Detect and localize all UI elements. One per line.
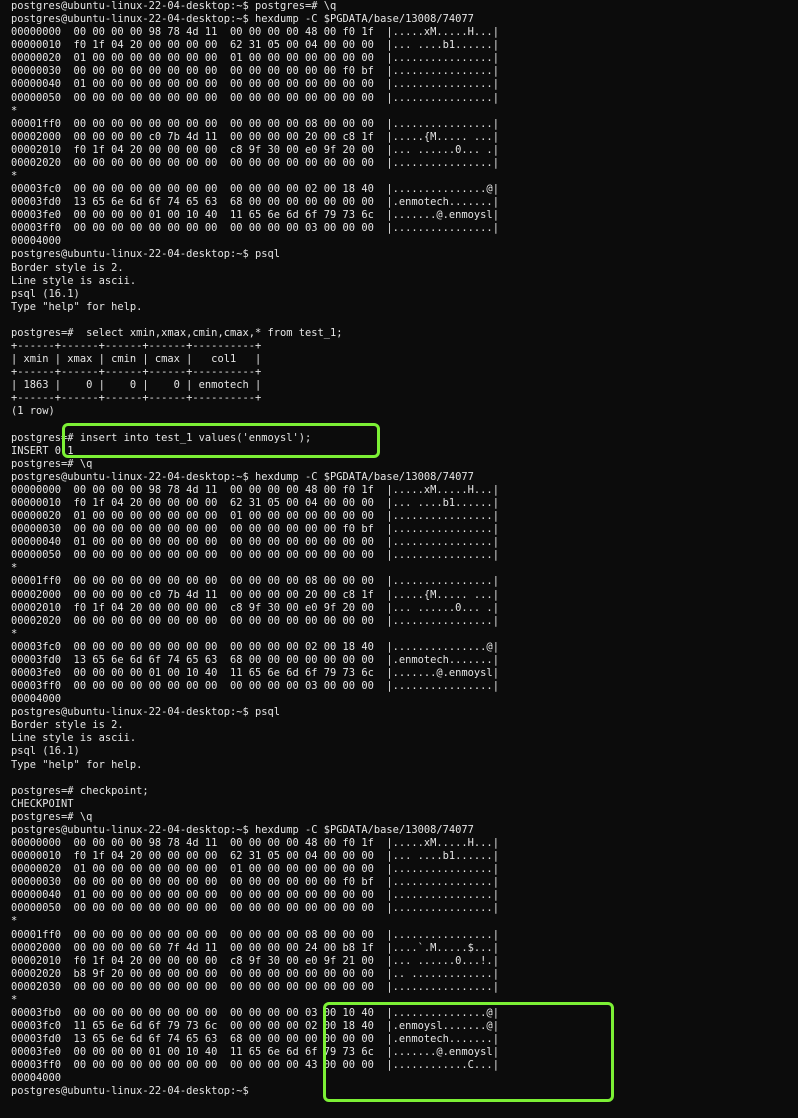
terminal-line: INSERT 0 1: [11, 444, 74, 457]
terminal-line: postgres=# insert into test_1 values('en…: [11, 431, 312, 444]
terminal-line: 00003fe0 00 00 00 00 01 00 10 40 11 65 6…: [11, 666, 499, 679]
terminal-line: 00002000 00 00 00 00 c0 7b 4d 11 00 00 0…: [11, 588, 499, 601]
terminal-line: 00003fd0 13 65 6e 6d 6f 74 65 63 68 00 0…: [11, 653, 499, 666]
terminal-line: 00000050 00 00 00 00 00 00 00 00 00 00 0…: [11, 91, 499, 104]
terminal-line: postgres@ubuntu-linux-22-04-desktop:~$: [11, 1085, 255, 1098]
terminal-line: psql (16.1): [11, 745, 80, 758]
terminal-line: 00003ff0 00 00 00 00 00 00 00 00 00 00 0…: [11, 222, 499, 235]
terminal-line: 00004000: [11, 1072, 62, 1085]
terminal-line: 00002020 00 00 00 00 00 00 00 00 00 00 0…: [11, 156, 499, 169]
terminal-line: Line style is ascii.: [11, 274, 137, 287]
terminal-line: *: [11, 993, 18, 1006]
terminal-output[interactable]: postgres@ubuntu-linux-22-04-desktop:~$ p…: [11, 0, 798, 1118]
terminal-line: 00003fe0 00 00 00 00 01 00 10 40 11 65 6…: [11, 209, 499, 222]
terminal-line: 00000020 01 00 00 00 00 00 00 00 01 00 0…: [11, 510, 499, 523]
terminal-line: 00000010 f0 1f 04 20 00 00 00 00 62 31 0…: [11, 850, 499, 863]
terminal-line: 00000030 00 00 00 00 00 00 00 00 00 00 0…: [11, 65, 499, 78]
terminal-line: 00002000 00 00 00 00 60 7f 4d 11 00 00 0…: [11, 941, 499, 954]
terminal-line: 00004000: [11, 235, 62, 248]
terminal-line: 00000020 01 00 00 00 00 00 00 00 01 00 0…: [11, 52, 499, 65]
terminal-line: 00002010 f0 1f 04 20 00 00 00 00 c8 9f 3…: [11, 143, 499, 156]
terminal-line: 00003fc0 11 65 6e 6d 6f 79 73 6c 00 00 0…: [11, 1020, 499, 1033]
terminal-line: postgres=# \q: [11, 457, 93, 470]
terminal-line: 00001ff0 00 00 00 00 00 00 00 00 00 00 0…: [11, 117, 499, 130]
terminal-line: 00000020 01 00 00 00 00 00 00 00 01 00 0…: [11, 863, 499, 876]
terminal-line: *: [11, 562, 18, 575]
terminal-line: 00000030 00 00 00 00 00 00 00 00 00 00 0…: [11, 876, 499, 889]
terminal-line: 00002020 b8 9f 20 00 00 00 00 00 00 00 0…: [11, 967, 499, 980]
terminal-line: 00003fd0 13 65 6e 6d 6f 74 65 63 68 00 0…: [11, 196, 499, 209]
terminal-line: Type "help" for help.: [11, 300, 143, 313]
terminal-line: 00003ff0 00 00 00 00 00 00 00 00 00 00 0…: [11, 1059, 499, 1072]
terminal-line: 00000000 00 00 00 00 98 78 4d 11 00 00 0…: [11, 837, 499, 849]
terminal-line: 00000050 00 00 00 00 00 00 00 00 00 00 0…: [11, 549, 499, 562]
terminal-line: postgres@ubuntu-linux-22-04-desktop:~$ h…: [11, 470, 474, 483]
terminal-line: 00000000 00 00 00 00 98 78 4d 11 00 00 0…: [11, 26, 499, 39]
terminal-line: postgres@ubuntu-linux-22-04-desktop:~$ h…: [11, 823, 474, 836]
terminal-line: 00000040 01 00 00 00 00 00 00 00 00 00 0…: [11, 78, 499, 91]
terminal-line: 00003fc0 00 00 00 00 00 00 00 00 00 00 0…: [11, 183, 499, 196]
terminal-line: 00002010 f0 1f 04 20 00 00 00 00 c8 9f 3…: [11, 601, 499, 614]
terminal-line: postgres@ubuntu-linux-22-04-desktop:~$ p…: [11, 248, 280, 261]
terminal-line: postgres=# select xmin,xmax,cmin,cmax,* …: [11, 326, 343, 339]
terminal-line: 00004000: [11, 693, 62, 706]
terminal-line: 00003fb0 00 00 00 00 00 00 00 00 00 00 0…: [11, 1007, 499, 1020]
terminal-line: 00000000 00 00 00 00 98 78 4d 11 00 00 0…: [11, 483, 499, 496]
terminal-line: Border style is 2.: [11, 719, 124, 732]
terminal-line: +------+------+------+------+----------+: [11, 392, 262, 405]
terminal-line: 00003fc0 00 00 00 00 00 00 00 00 00 00 0…: [11, 640, 499, 653]
terminal-line: *: [11, 104, 18, 117]
terminal-line: 00002020 00 00 00 00 00 00 00 00 00 00 0…: [11, 614, 499, 627]
terminal-line: 00003fd0 13 65 6e 6d 6f 74 65 63 68 00 0…: [11, 1033, 499, 1046]
terminal-line: Border style is 2.: [11, 261, 124, 274]
terminal-line: psql (16.1): [11, 287, 80, 300]
terminal-line: 00000040 01 00 00 00 00 00 00 00 00 00 0…: [11, 536, 499, 549]
terminal-line: Line style is ascii.: [11, 732, 137, 745]
terminal-line: | xmin | xmax | cmin | cmax | col1 |: [11, 353, 262, 366]
terminal-line: (1 row): [11, 405, 55, 418]
terminal-line: postgres@ubuntu-linux-22-04-desktop:~$ p…: [11, 706, 280, 719]
terminal-line: postgres@ubuntu-linux-22-04-desktop:~$ p…: [11, 0, 337, 12]
terminal-line: 00000010 f0 1f 04 20 00 00 00 00 62 31 0…: [11, 496, 499, 509]
terminal-line: +------+------+------+------+----------+: [11, 340, 262, 353]
terminal-line: postgres@ubuntu-linux-22-04-desktop:~$ h…: [11, 13, 474, 26]
terminal-line: 00001ff0 00 00 00 00 00 00 00 00 00 00 0…: [11, 928, 499, 941]
terminal-line: | 1863 | 0 | 0 | 0 | enmotech |: [11, 379, 262, 392]
terminal-line: postgres=# \q: [11, 810, 93, 823]
terminal-line: Type "help" for help.: [11, 758, 143, 771]
terminal-line: 00000010 f0 1f 04 20 00 00 00 00 62 31 0…: [11, 39, 499, 52]
terminal-line: 00000040 01 00 00 00 00 00 00 00 00 00 0…: [11, 889, 499, 902]
terminal-line: 00001ff0 00 00 00 00 00 00 00 00 00 00 0…: [11, 575, 499, 588]
terminal-line: 00002030 00 00 00 00 00 00 00 00 00 00 0…: [11, 980, 499, 993]
terminal-line: CHECKPOINT: [11, 797, 74, 810]
terminal-line: *: [11, 170, 18, 183]
terminal-line: *: [11, 915, 18, 928]
terminal-line: 00002010 f0 1f 04 20 00 00 00 00 c8 9f 3…: [11, 954, 499, 967]
terminal-line: 00002000 00 00 00 00 c0 7b 4d 11 00 00 0…: [11, 130, 499, 143]
terminal-line: +------+------+------+------+----------+: [11, 366, 262, 379]
terminal-line: 00000030 00 00 00 00 00 00 00 00 00 00 0…: [11, 523, 499, 536]
terminal-line: 00003ff0 00 00 00 00 00 00 00 00 00 00 0…: [11, 680, 499, 693]
terminal-line: 00003fe0 00 00 00 00 01 00 10 40 11 65 6…: [11, 1046, 499, 1059]
terminal-line: *: [11, 627, 18, 640]
terminal-line: 00000050 00 00 00 00 00 00 00 00 00 00 0…: [11, 902, 499, 915]
terminal-line: postgres=# checkpoint;: [11, 784, 149, 797]
